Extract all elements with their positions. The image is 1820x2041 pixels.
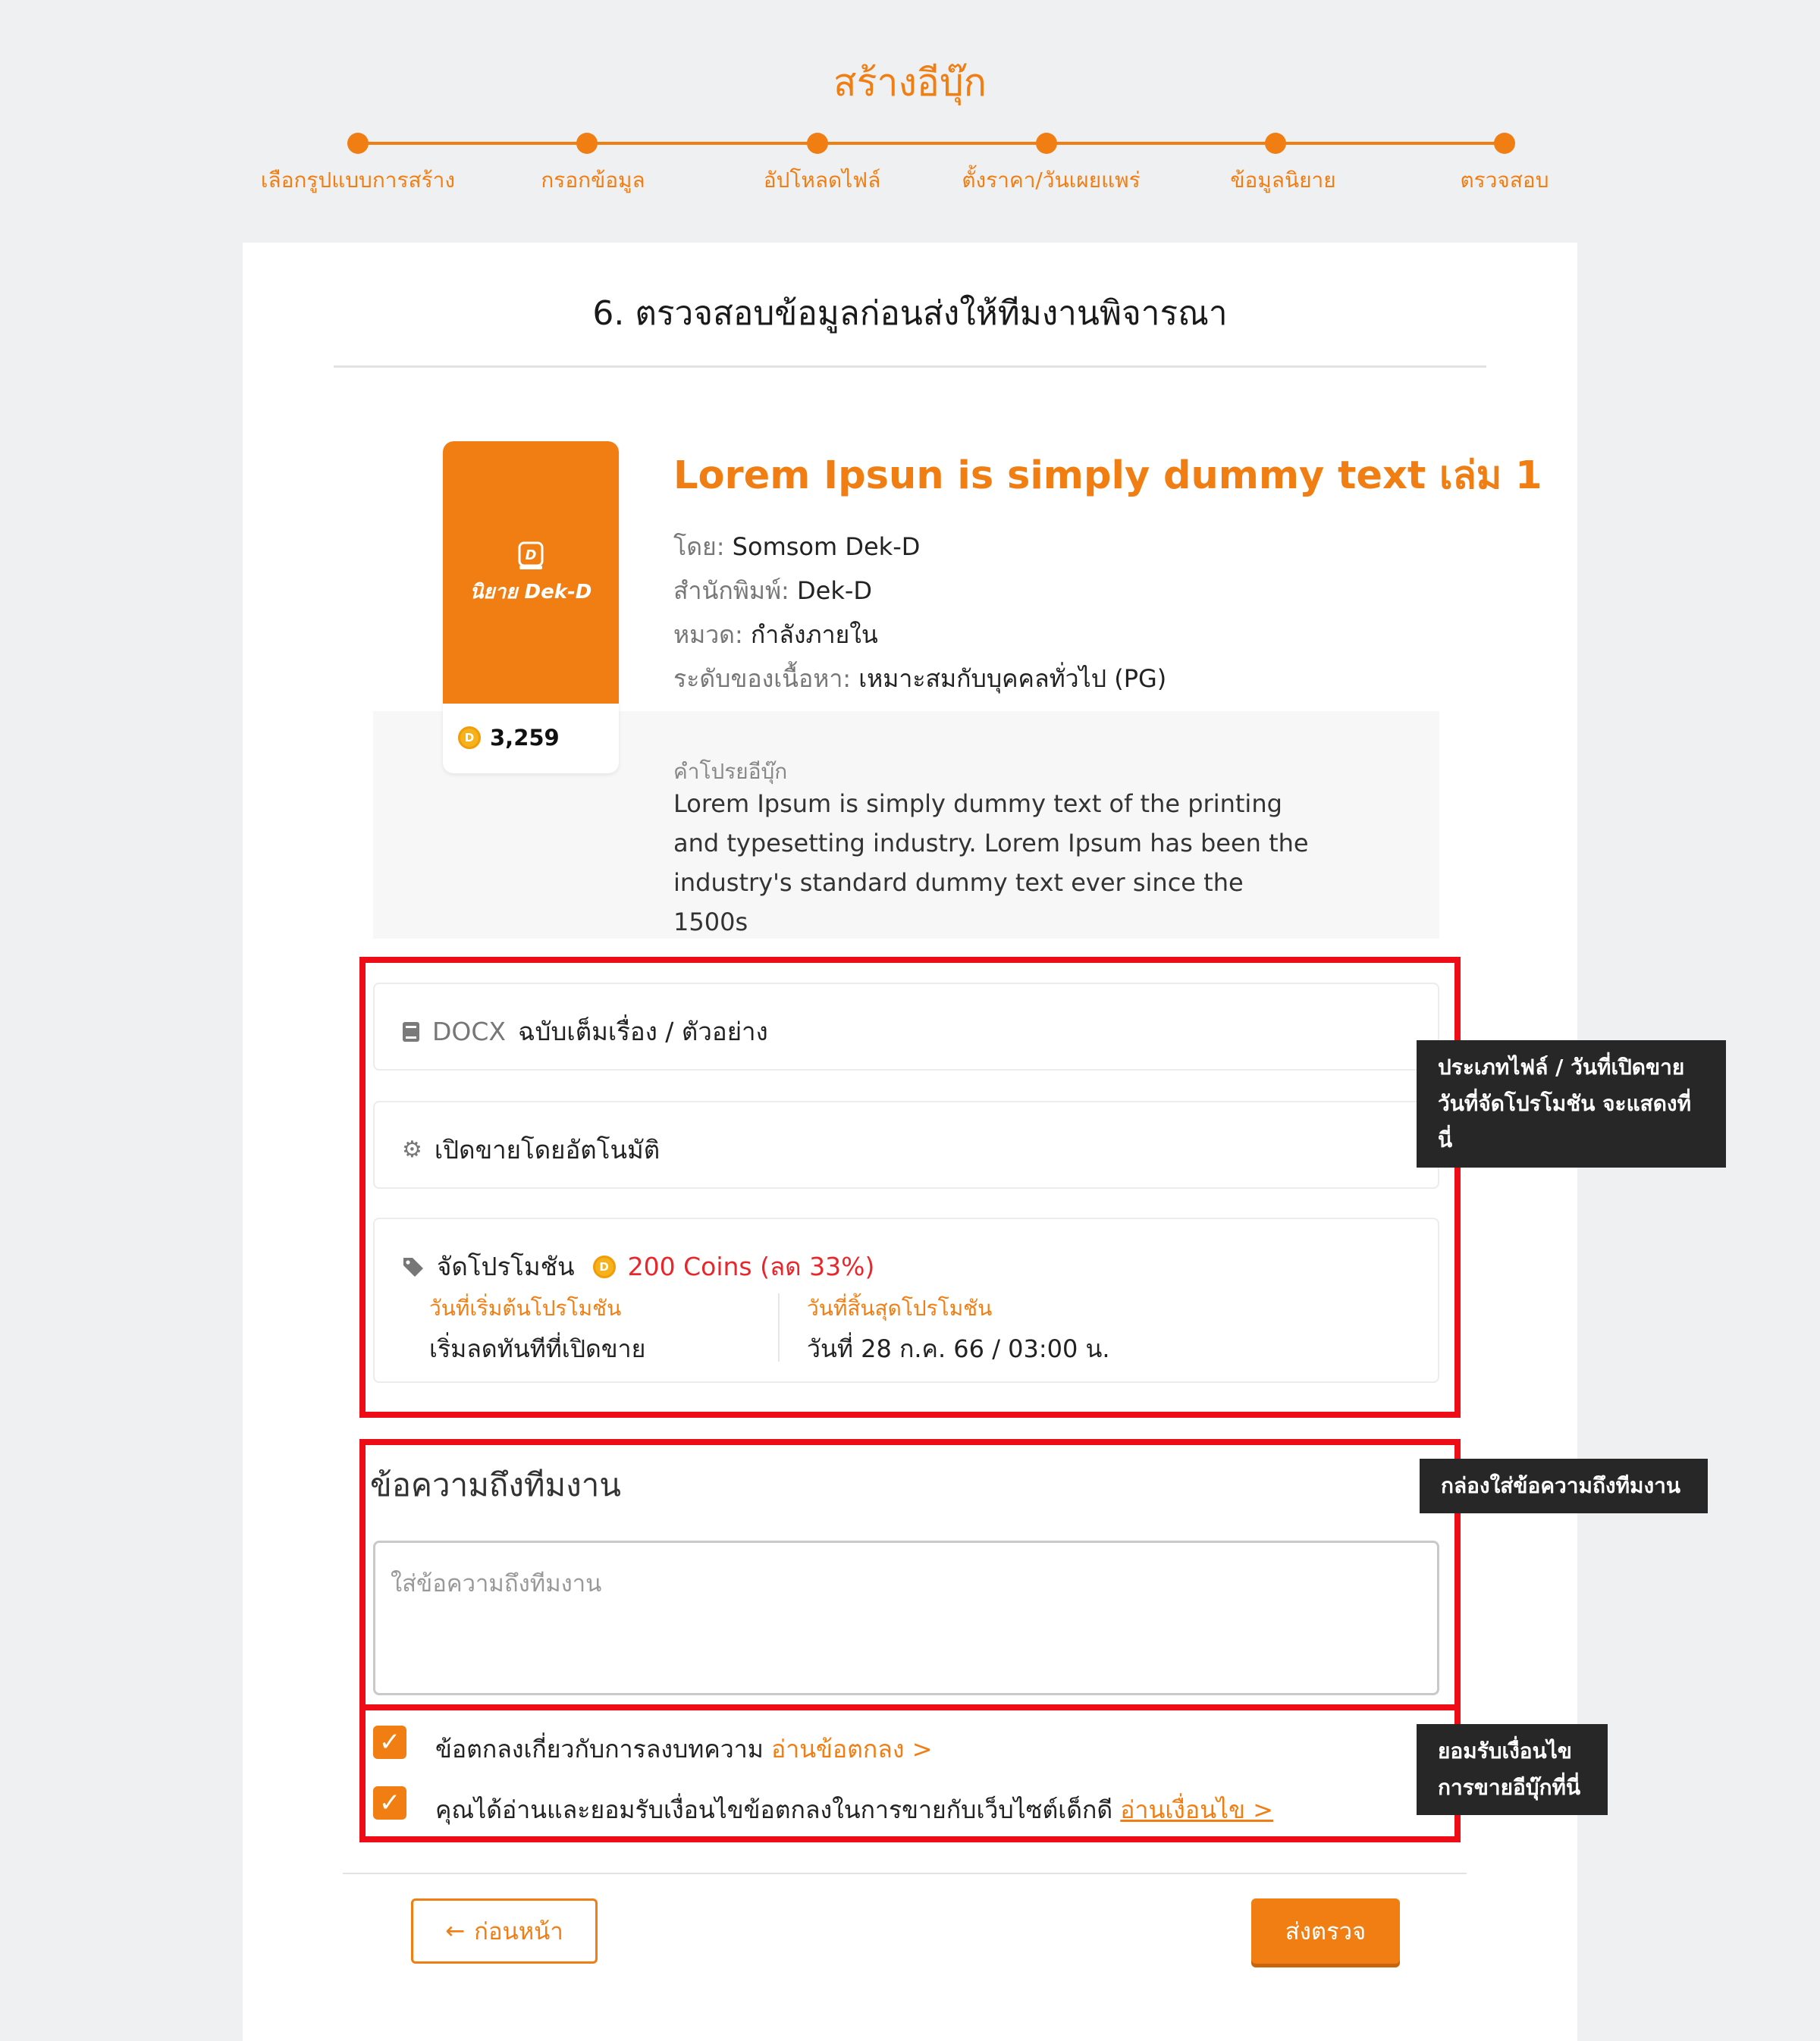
step-dot: [807, 133, 828, 154]
dek-d-logo-icon: D: [518, 541, 544, 569]
ebook-cover: D นิยาย Dek-D: [443, 441, 619, 704]
meta-key: ระดับของเนื้อหา:: [673, 664, 852, 693]
callout-line: วันที่จัดโปรโมชัน จะแสดงที่นี่: [1438, 1091, 1692, 1152]
cover-logo-text: นิยาย Dek-D: [469, 581, 592, 604]
step-label-choose-format[interactable]: เลือกรูปแบบการสร้าง: [229, 164, 487, 197]
callout-line: ยอมรับเงื่อนไข: [1438, 1738, 1572, 1764]
step-dot: [1494, 133, 1515, 154]
meta-category: หมวด: กำลังภายใน: [673, 616, 878, 654]
step-label-novel-info[interactable]: ข้อมูลนิยาย: [1154, 164, 1412, 197]
step-label-review[interactable]: ตรวจสอบ: [1376, 164, 1633, 197]
step-dot: [1036, 133, 1057, 154]
step-dot: [576, 133, 598, 154]
meta-author: โดย: Somsom Dek-D: [673, 528, 920, 566]
card-title: 6. ตรวจสอบข้อมูลก่อนส่งให้ทีมงานพิจารณา: [592, 294, 1228, 333]
stepper-track: [358, 142, 1505, 145]
step-label-fill-info[interactable]: กรอกข้อมูล: [464, 164, 722, 197]
step-label-upload[interactable]: อัปโหลดไฟล์: [693, 164, 951, 197]
meta-value: Dek-D: [796, 576, 873, 605]
ebook-title: Lorem Ipsun is simply dummy text เล่ม 1: [673, 453, 1542, 498]
annotation-frame-info: [359, 957, 1461, 1418]
ebook-price: D 3,259: [458, 725, 560, 751]
meta-value: เหมาะสมกับบุคคลทั่วไป (PG): [858, 664, 1167, 693]
meta-value: กำลังภายใน: [750, 620, 878, 649]
ebook-cover-card: D นิยาย Dek-D D 3,259: [443, 441, 619, 773]
meta-content-rating: ระดับของเนื้อหา: เหมาะสมกับบุคคลทั่วไป (…: [673, 660, 1166, 698]
callout-message: กล่องใส่ข้อความถึงทีมงาน: [1420, 1459, 1708, 1513]
step-dot: [1265, 133, 1286, 154]
arrow-left-icon: ←: [445, 1917, 466, 1945]
svg-text:D: D: [526, 547, 537, 563]
callout-line: กล่องใส่ข้อความถึงทีมงาน: [1441, 1473, 1681, 1498]
meta-key: หมวด:: [673, 620, 743, 649]
page-title: สร้างอีบุ๊ก: [833, 61, 987, 105]
back-button[interactable]: ← ก่อนหน้า: [411, 1898, 598, 1964]
callout-line: ประเภทไฟล์ / วันที่เปิดขาย: [1438, 1055, 1685, 1080]
back-label: ก่อนหน้า: [474, 1918, 563, 1945]
step-dot: [347, 133, 369, 154]
meta-value: Somsom Dek-D: [732, 532, 921, 561]
meta-key: สำนักพิมพ์:: [673, 576, 789, 605]
price-value: 3,259: [490, 725, 560, 751]
submit-button[interactable]: ส่งตรวจ: [1251, 1898, 1400, 1964]
callout-line: การขายอีบุ๊กที่นี่: [1438, 1775, 1581, 1800]
footer-divider: [343, 1873, 1467, 1874]
description-text: Lorem Ipsum is simply dummy text of the …: [673, 789, 1309, 936]
coin-icon: D: [458, 726, 481, 749]
step-label-pricing[interactable]: ตั้งราคา/วันเผยแพร่: [922, 164, 1180, 197]
annotation-frame-message: [359, 1439, 1461, 1710]
title-divider: [334, 365, 1486, 368]
callout-info: ประเภทไฟล์ / วันที่เปิดขาย วันที่จัดโปรโ…: [1417, 1040, 1726, 1168]
callout-terms: ยอมรับเงื่อนไข การขายอีบุ๊กที่นี่: [1417, 1724, 1608, 1815]
annotation-frame-terms: [359, 1704, 1461, 1842]
meta-publisher: สำนักพิมพ์: Dek-D: [673, 572, 872, 610]
meta-key: โดย:: [673, 532, 725, 561]
